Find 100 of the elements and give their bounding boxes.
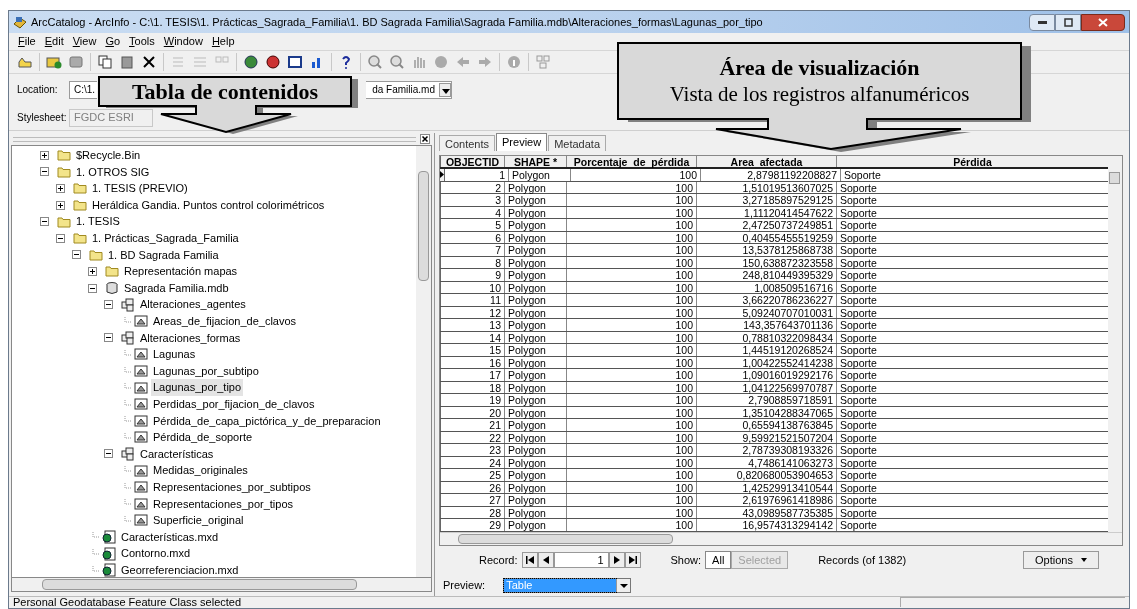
menu-item[interactable]: View: [71, 33, 98, 50]
menu-item[interactable]: Help: [210, 33, 236, 50]
column-header[interactable]: SHAPE *: [505, 156, 567, 167]
tree-item[interactable]: Lagunas_por_tipo: [151, 379, 244, 396]
tree-item[interactable]: Representación mapas: [122, 263, 240, 280]
collapse-icon[interactable]: [56, 233, 65, 243]
expand-icon[interactable]: [88, 266, 97, 276]
close-button[interactable]: [1081, 13, 1125, 31]
expand-icon[interactable]: [40, 150, 49, 160]
tree-item[interactable]: Pérdida_de_soporte: [151, 429, 255, 446]
tree-item[interactable]: Alteraciones_agentes: [138, 296, 248, 313]
callout-title: Área de visualización: [719, 54, 920, 81]
table-cell: 5,09240707010031: [697, 306, 837, 318]
tree-item[interactable]: Perdidas_por_fijacion_de_clavos: [151, 395, 317, 413]
tree-item[interactable]: Heráldica Gandia. Puntos control colorimétricos: [90, 196, 327, 214]
table-cell: 27: [441, 494, 505, 506]
collapse-icon[interactable]: [88, 283, 97, 293]
first-record-button[interactable]: [521, 552, 538, 569]
tree-item[interactable]: Lagunas: [151, 346, 198, 363]
table-cell: 100: [567, 419, 697, 431]
record-field[interactable]: 1: [553, 552, 609, 569]
copy-icon[interactable]: [97, 54, 113, 70]
column-header[interactable]: Pérdida: [837, 156, 1108, 167]
collapse-icon[interactable]: [104, 300, 113, 310]
tree-item[interactable]: 1. TESIS: [74, 213, 122, 230]
tree-item[interactable]: Pérdida_de_capa_pictórica_y_de_preparacion: [151, 412, 383, 430]
collapse-icon[interactable]: [104, 449, 113, 459]
paste-icon[interactable]: [119, 54, 135, 70]
tab[interactable]: Preview: [496, 133, 548, 151]
connect-folder-icon[interactable]: [46, 54, 62, 70]
tree-item[interactable]: 1. Prácticas_Sagrada_Familia: [90, 230, 241, 247]
disconnect-icon[interactable]: [68, 54, 84, 70]
tree-item[interactable]: 1. BD Sagrada Familia: [106, 246, 221, 264]
map-document-icon: [102, 529, 116, 544]
zoom-out-icon[interactable]: [389, 54, 405, 70]
table-cell: 100: [571, 169, 701, 181]
tab[interactable]: Metadata: [548, 135, 607, 151]
table-cell: 24: [441, 456, 505, 468]
collapse-icon[interactable]: [72, 250, 81, 260]
window-title: ArcCatalog - ArcInfo - C:\1. TESIS\1. Prácticas_Sagrada_Familia\1. BD Sagrada Familia\Sagrada Familia.mdb\Alteraciones_formas\Lagunas_por_tipo: [31, 14, 763, 30]
expand-icon[interactable]: [56, 184, 65, 193]
table-cell: 9: [441, 269, 505, 281]
tree-item[interactable]: 1. TESIS (PREVIO): [90, 180, 190, 197]
menu-item[interactable]: Tools: [128, 33, 156, 50]
forward-arrow-icon[interactable]: [477, 54, 493, 70]
delete-icon[interactable]: [141, 54, 157, 70]
tree-item[interactable]: Lagunas_por_subtipo: [151, 362, 261, 380]
tree-item[interactable]: Sagrada Familia.mdb: [122, 279, 231, 297]
row-selector[interactable]: [440, 169, 445, 181]
tree-item[interactable]: 1. OTROS SIG: [74, 163, 152, 181]
list-icon[interactable]: [170, 54, 186, 70]
tree-item[interactable]: $Recycle.Bin: [74, 147, 143, 164]
collapse-icon[interactable]: [104, 333, 113, 343]
circle-icon[interactable]: [433, 54, 449, 70]
minimize-button[interactable]: [1029, 13, 1055, 31]
table-cell: 7: [441, 244, 505, 256]
tab[interactable]: Contents: [439, 135, 496, 151]
globe-icon[interactable]: [265, 54, 281, 70]
globe-icon[interactable]: [243, 54, 259, 70]
horizontal-scrollbar[interactable]: [11, 578, 432, 592]
column-header[interactable]: Area afectada: [697, 156, 837, 167]
tree-item[interactable]: Superficie_original: [151, 512, 246, 529]
tree-item[interactable]: Alteraciones_formas: [138, 329, 243, 347]
close-icon[interactable]: [420, 134, 430, 144]
zoom-in-icon[interactable]: [367, 54, 383, 70]
menu-item[interactable]: Go: [104, 33, 122, 50]
tree-item[interactable]: Areas_de_fijacion_de_clavos: [151, 313, 299, 330]
grid-icon[interactable]: [535, 54, 551, 70]
tree-item[interactable]: Representaciones_por_subtipos: [151, 478, 313, 496]
restore-button[interactable]: [1055, 13, 1081, 31]
table-cell: 25: [441, 469, 505, 481]
tree-item[interactable]: Características: [138, 445, 216, 463]
location-field[interactable]: C:\1.: [69, 80, 97, 99]
tree-item[interactable]: Características.mxd: [119, 528, 221, 546]
tree-item[interactable]: Georreferenciacion.mxd: [119, 561, 241, 577]
tree-item[interactable]: Contorno.mxd: [119, 545, 193, 562]
table-cell: 100: [567, 244, 697, 256]
table-cell: Polygon: [509, 169, 571, 181]
records-count: Records (of 1382): [818, 553, 907, 569]
location-field[interactable]: da Familia.md: [366, 80, 452, 99]
menu-item[interactable]: Window: [162, 33, 204, 50]
table-cell: 4,7486141063273: [697, 456, 837, 468]
tree-item[interactable]: Representaciones_por_tipos: [151, 495, 296, 512]
back-arrow-icon[interactable]: [455, 54, 471, 70]
table-cell: 9,59921521507204: [697, 431, 837, 443]
info-icon[interactable]: [506, 54, 522, 70]
menu-item[interactable]: File: [17, 33, 37, 50]
collapse-icon[interactable]: [40, 167, 49, 177]
column-header[interactable]: Porcentaje de pérdida: [567, 156, 697, 167]
vertical-scrollbar[interactable]: [416, 146, 431, 577]
show-toggle[interactable]: All: [705, 551, 732, 570]
menu-item[interactable]: Edit: [43, 33, 65, 50]
tree-item[interactable]: Medidas_originales: [151, 462, 250, 479]
collapse-icon[interactable]: [40, 217, 49, 227]
table-cell: 13,5378125868738: [697, 244, 837, 256]
options-button[interactable]: Options: [1023, 551, 1099, 570]
details-icon[interactable]: [192, 54, 208, 70]
expand-icon[interactable]: [56, 200, 65, 210]
window-icon[interactable]: [287, 54, 303, 70]
column-header[interactable]: OBJECTID: [441, 156, 505, 167]
